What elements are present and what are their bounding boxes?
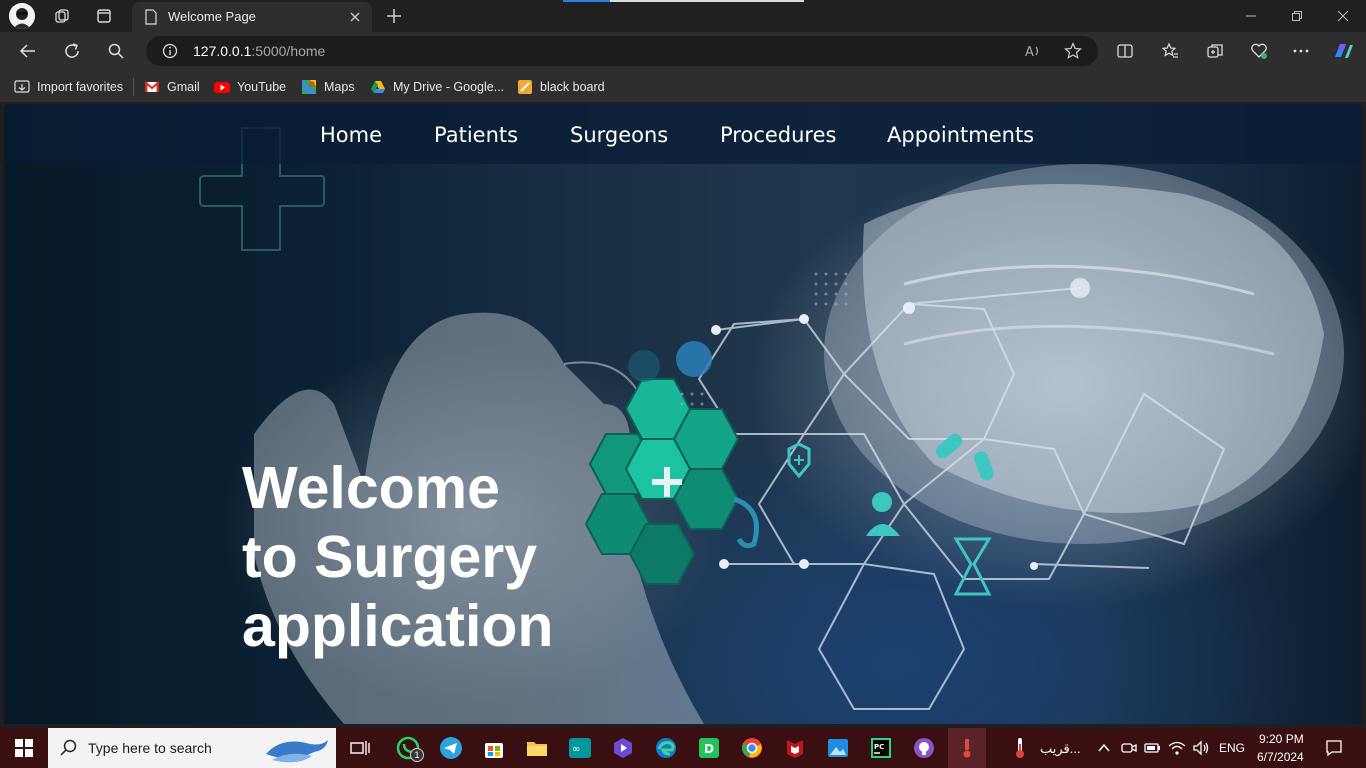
page-viewport: Home Patients Surgeons Procedures Appoin…	[4, 104, 1362, 724]
chrome-icon[interactable]	[738, 734, 766, 762]
nav-link-appointments[interactable]: Appointments	[887, 123, 1034, 147]
svg-text:A: A	[1025, 45, 1034, 60]
favorite-import-favorites[interactable]: Import favorites	[14, 78, 123, 96]
minimize-icon[interactable]	[1228, 0, 1274, 32]
clock-date[interactable]: 6/7/2024	[1257, 750, 1304, 764]
profile-avatar[interactable]	[9, 3, 35, 29]
svg-text:PC: PC	[874, 743, 884, 751]
nav-link-patients[interactable]: Patients	[434, 123, 518, 147]
media-app-icon[interactable]	[609, 734, 637, 762]
whatsapp-badge: 1	[410, 748, 424, 762]
hero-line-1: Welcome	[242, 455, 500, 521]
split-screen-icon[interactable]	[1113, 39, 1137, 63]
search-icon	[60, 739, 77, 756]
weather-text[interactable]: قريب...	[1040, 741, 1081, 757]
active-app-icon[interactable]	[948, 728, 986, 768]
address-toolbar: 127.0.0.1:5000/home A	[0, 32, 1366, 70]
hero-line-2: to Surgery	[242, 524, 538, 590]
site-info-icon[interactable]	[162, 43, 178, 59]
show-hidden-icons-icon[interactable]	[1092, 734, 1116, 762]
address-bar[interactable]: 127.0.0.1:5000/home A	[146, 36, 1098, 66]
page-icon	[145, 9, 157, 25]
drive-icon	[370, 79, 386, 95]
favorite-youtube[interactable]: YouTube	[214, 78, 286, 96]
search-icon[interactable]	[104, 39, 128, 63]
taskbar-search-box[interactable]: Type here to search	[48, 728, 336, 768]
file-explorer-icon[interactable]	[523, 734, 551, 762]
pycharm-icon[interactable]: PC	[867, 734, 895, 762]
refresh-icon[interactable]	[60, 39, 84, 63]
url-text[interactable]: 127.0.0.1:5000/home	[193, 43, 325, 59]
start-button[interactable]	[10, 734, 38, 762]
favorites-icon[interactable]	[1158, 39, 1182, 63]
windows-logo-icon	[15, 739, 33, 757]
close-tab-icon[interactable]	[346, 8, 364, 26]
favorites-bar: Import favorites Gmail YouTube Maps My D…	[0, 70, 1366, 102]
copilot-icon[interactable]	[1331, 39, 1355, 63]
language-indicator[interactable]: ENG	[1219, 741, 1245, 755]
meet-now-icon[interactable]	[1118, 734, 1140, 762]
favorite-my-drive[interactable]: My Drive - Google...	[370, 78, 504, 96]
task-view-icon[interactable]	[346, 734, 374, 762]
more-menu-icon[interactable]	[1289, 39, 1313, 63]
new-tab-icon[interactable]	[382, 4, 406, 28]
title-bar: Welcome Page	[0, 0, 1366, 32]
close-window-icon[interactable]	[1320, 0, 1366, 32]
favorite-gmail[interactable]: Gmail	[144, 78, 200, 96]
tab-title: Welcome Page	[168, 9, 256, 24]
collections-icon[interactable]	[1203, 39, 1227, 63]
site-navigation: Home Patients Surgeons Procedures Appoin…	[4, 104, 1362, 164]
read-aloud-icon[interactable]: A	[1024, 42, 1042, 60]
volume-icon[interactable]	[1190, 734, 1212, 762]
svg-text:D: D	[704, 742, 714, 756]
clock-time[interactable]: 9:20 PM	[1259, 732, 1304, 746]
gmail-icon	[144, 79, 160, 95]
favorite-black-board[interactable]: black board	[517, 78, 605, 96]
nav-link-procedures[interactable]: Procedures	[720, 123, 836, 147]
svg-text:∞: ∞	[572, 744, 580, 755]
wifi-icon[interactable]	[1166, 734, 1188, 762]
edge-browser-icon[interactable]	[652, 734, 680, 762]
mcafee-icon[interactable]	[781, 734, 809, 762]
github-desktop-icon[interactable]	[910, 734, 938, 762]
tab-welcome-page[interactable]: Welcome Page	[132, 2, 372, 32]
notifications-icon[interactable]	[1320, 734, 1348, 762]
browser-essentials-icon[interactable]	[1247, 39, 1271, 63]
blackboard-icon	[517, 79, 533, 95]
telegram-icon[interactable]	[437, 734, 465, 762]
nav-link-home[interactable]: Home	[320, 123, 382, 147]
restore-icon[interactable]	[1274, 0, 1320, 32]
maps-icon	[301, 79, 317, 95]
favorite-maps[interactable]: Maps	[301, 78, 355, 96]
favorites-divider	[133, 78, 134, 96]
photos-icon[interactable]	[824, 734, 852, 762]
favorite-star-icon[interactable]	[1064, 42, 1082, 60]
hero-heading: Welcome to Surgery application	[242, 454, 762, 661]
whatsapp-icon[interactable]: 1	[394, 734, 424, 762]
nav-link-surgeons[interactable]: Surgeons	[570, 123, 668, 147]
loading-strip	[563, 0, 804, 2]
arduino-icon[interactable]: ∞	[566, 734, 594, 762]
weather-icon[interactable]	[1006, 734, 1034, 762]
youtube-icon	[214, 79, 230, 95]
battery-icon[interactable]	[1142, 734, 1164, 762]
back-icon[interactable]	[16, 39, 40, 63]
dataspell-icon[interactable]: D	[695, 734, 723, 762]
hero-line-3: application	[242, 593, 554, 659]
whales-illustration-icon	[266, 740, 328, 763]
workspaces-icon[interactable]	[48, 4, 76, 28]
microsoft-store-icon[interactable]	[480, 734, 508, 762]
import-icon	[14, 79, 30, 95]
windows-taskbar: Type here to search 1 ∞ D PC قريب... ENG…	[0, 728, 1366, 768]
tab-actions-icon[interactable]	[90, 4, 118, 28]
